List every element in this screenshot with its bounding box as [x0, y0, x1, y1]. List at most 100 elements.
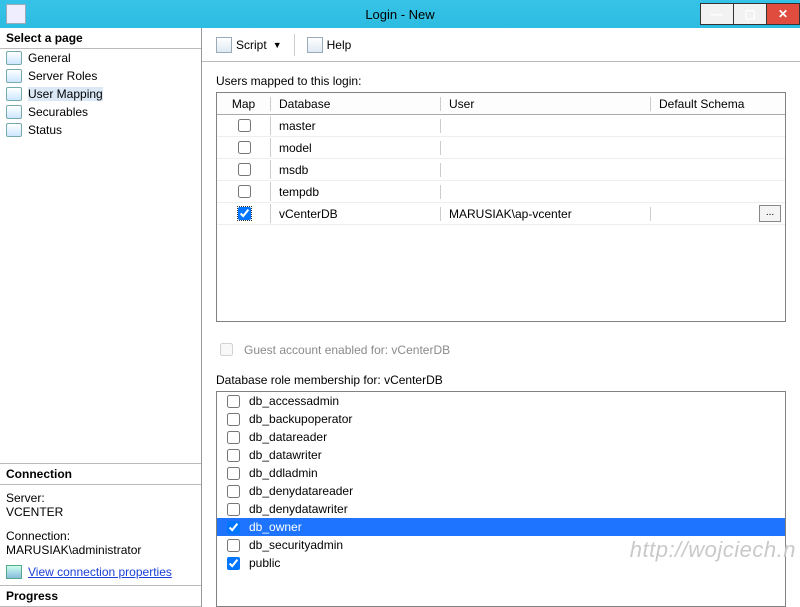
role-label: db_owner — [249, 520, 302, 534]
role-checkbox[interactable] — [227, 413, 240, 426]
server-value: VCENTER — [6, 505, 195, 519]
role-item[interactable]: db_denydatawriter — [217, 500, 785, 518]
map-checkbox[interactable] — [238, 185, 251, 198]
role-item[interactable]: db_datareader — [217, 428, 785, 446]
left-pane: Select a page General Server Roles User Ma… — [0, 28, 202, 607]
role-checkbox[interactable] — [227, 521, 240, 534]
maximize-button[interactable]: ▢ — [733, 3, 767, 25]
sidebar-item-status[interactable]: Status — [0, 121, 201, 139]
mapping-row[interactable]: tempdb — [217, 181, 785, 203]
sidebar-item-general[interactable]: General — [0, 49, 201, 67]
role-checkbox[interactable] — [227, 431, 240, 444]
help-button[interactable]: Help — [303, 35, 356, 55]
cell-schema: ... — [651, 205, 785, 222]
role-checkbox[interactable] — [227, 503, 240, 516]
title-bar: Login - New — ▢ ✕ — [0, 0, 800, 28]
schema-browse-button[interactable]: ... — [759, 205, 781, 222]
chevron-down-icon: ▼ — [273, 40, 282, 50]
connection-panel: Connection Server: VCENTER Connection: M… — [0, 463, 201, 607]
role-checkbox[interactable] — [227, 449, 240, 462]
app-icon — [6, 4, 26, 24]
col-user-header[interactable]: User — [441, 97, 651, 111]
role-checkbox[interactable] — [227, 467, 240, 480]
close-button[interactable]: ✕ — [766, 3, 800, 25]
view-connection-properties-label: View connection properties — [28, 565, 172, 579]
page-icon — [6, 69, 22, 83]
connection-icon — [6, 565, 22, 579]
col-schema-header[interactable]: Default Schema — [651, 97, 785, 111]
sidebar-item-label: Status — [28, 123, 62, 137]
right-pane: Script ▼ Help Users mapped to this login… — [202, 28, 800, 607]
sidebar-item-server-roles[interactable]: Server Roles — [0, 67, 201, 85]
role-item[interactable]: db_denydatareader — [217, 482, 785, 500]
role-checkbox[interactable] — [227, 485, 240, 498]
sidebar-item-label: Securables — [28, 105, 88, 119]
role-item[interactable]: public — [217, 554, 785, 572]
col-database-header[interactable]: Database — [271, 97, 441, 111]
role-item[interactable]: db_accessadmin — [217, 392, 785, 410]
role-item[interactable]: db_backupoperator — [217, 410, 785, 428]
mapping-grid-header: Map Database User Default Schema — [217, 93, 785, 115]
col-map-header[interactable]: Map — [217, 97, 271, 111]
role-label: db_datawriter — [249, 448, 322, 462]
server-label: Server: — [6, 491, 195, 505]
mapping-grid[interactable]: Map Database User Default Schema master m… — [216, 92, 786, 322]
role-label: db_accessadmin — [249, 394, 339, 408]
cell-user: MARUSIAK\ap-vcenter — [441, 207, 651, 221]
role-label: public — [249, 556, 280, 570]
guest-account-row: Guest account enabled for: vCenterDB — [216, 340, 786, 359]
page-list: General Server Roles User Mapping Securable… — [0, 49, 201, 139]
role-label: db_backupoperator — [249, 412, 352, 426]
map-checkbox[interactable] — [238, 141, 251, 154]
role-label: db_securityadmin — [249, 538, 343, 552]
role-label: db_denydatawriter — [249, 502, 348, 516]
progress-header: Progress — [0, 585, 201, 607]
cell-database: msdb — [271, 163, 441, 177]
cell-database: vCenterDB — [271, 207, 441, 221]
sidebar-item-user-mapping[interactable]: User Mapping — [0, 85, 201, 103]
script-icon — [216, 37, 232, 53]
connection-header: Connection — [0, 464, 201, 485]
page-icon — [6, 87, 22, 101]
cell-database: master — [271, 119, 441, 133]
mapping-row[interactable]: model — [217, 137, 785, 159]
roles-listbox[interactable]: db_accessadmin db_backupoperator db_datare… — [216, 391, 786, 607]
map-checkbox[interactable] — [238, 207, 251, 220]
role-checkbox[interactable] — [227, 539, 240, 552]
role-label: db_ddladmin — [249, 466, 318, 480]
guest-account-checkbox — [220, 343, 233, 356]
role-item[interactable]: db_ddladmin — [217, 464, 785, 482]
users-mapped-label: Users mapped to this login: — [216, 74, 786, 88]
role-checkbox[interactable] — [227, 557, 240, 570]
mapping-row[interactable]: vCenterDBMARUSIAK\ap-vcenter... — [217, 203, 785, 225]
role-item[interactable]: db_owner — [217, 518, 785, 536]
role-label: db_denydatareader — [249, 484, 353, 498]
sidebar-item-label: General — [28, 51, 71, 65]
map-checkbox[interactable] — [238, 119, 251, 132]
page-icon — [6, 105, 22, 119]
role-item[interactable]: db_securityadmin — [217, 536, 785, 554]
toolbar-separator — [294, 34, 295, 56]
sidebar-item-label: User Mapping — [28, 87, 103, 101]
map-checkbox[interactable] — [238, 163, 251, 176]
view-connection-properties-link[interactable]: View connection properties — [6, 565, 195, 579]
select-page-header: Select a page — [0, 28, 201, 49]
window-controls: — ▢ ✕ — [701, 3, 800, 25]
help-label: Help — [327, 38, 352, 52]
script-label: Script — [236, 38, 267, 52]
help-icon — [307, 37, 323, 53]
sidebar-item-securables[interactable]: Securables — [0, 103, 201, 121]
page-icon — [6, 123, 22, 137]
connection-value: MARUSIAK\administrator — [6, 543, 195, 557]
role-label: db_datareader — [249, 430, 327, 444]
minimize-button[interactable]: — — [700, 3, 734, 25]
mapping-row[interactable]: msdb — [217, 159, 785, 181]
cell-database: tempdb — [271, 185, 441, 199]
script-button[interactable]: Script ▼ — [212, 35, 286, 55]
cell-database: model — [271, 141, 441, 155]
connection-label: Connection: — [6, 529, 195, 543]
role-checkbox[interactable] — [227, 395, 240, 408]
mapping-row[interactable]: master — [217, 115, 785, 137]
role-item[interactable]: db_datawriter — [217, 446, 785, 464]
guest-account-label: Guest account enabled for: vCenterDB — [244, 343, 450, 357]
